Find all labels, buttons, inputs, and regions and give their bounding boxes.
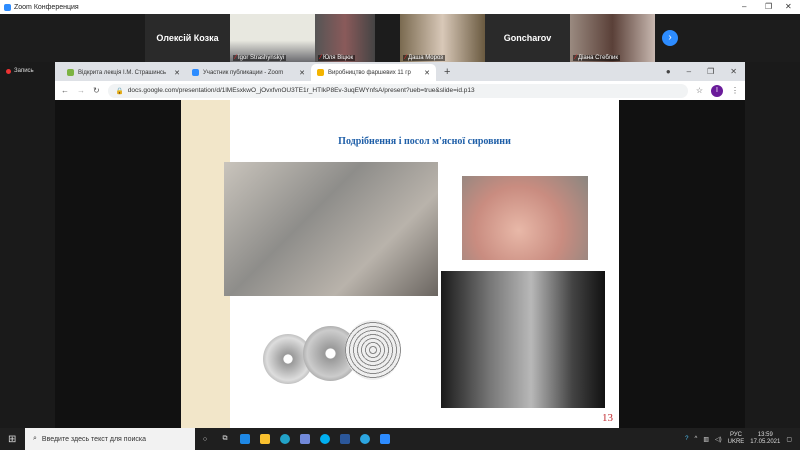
network-icon[interactable]: ▥ — [703, 436, 709, 443]
zoom-title-bar: Zoom Конференция — [0, 0, 800, 14]
search-placeholder: Введите здесь текст для поиска — [41, 435, 146, 443]
participant-name: Goncharov — [503, 33, 552, 43]
back-icon[interactable]: ← — [61, 86, 69, 95]
participant-name: ⁄ Юля Віцюк — [318, 55, 356, 61]
restore-button[interactable]: ❐ — [765, 2, 772, 11]
meat-grinder-factory-photo — [224, 162, 438, 296]
url-text: docs.google.com/presentation/d/1lMEsxkwO… — [127, 87, 475, 94]
tab-favicon-icon — [192, 69, 199, 76]
participant-name: ⁄ Діана Стеблик — [573, 55, 620, 61]
record-icon — [6, 68, 11, 74]
participant-tile[interactable]: ⁄ Юля Віцюк — [315, 14, 375, 62]
tab-label: Виробництво фаршевих 11 гр — [328, 69, 411, 76]
forward-icon[interactable]: → — [77, 86, 85, 95]
tray-chevron-icon[interactable]: ^ — [695, 436, 698, 442]
address-bar-row: ← → ↻ 🔒 docs.google.com/presentation/d/1l… — [55, 81, 745, 100]
next-participants-button[interactable]: › — [662, 30, 678, 46]
close-tab-icon[interactable]: ✕ — [299, 69, 305, 77]
participant-tile[interactable]: ⁄ Igor Strashynskyi — [230, 14, 315, 62]
slide-side-strip — [181, 100, 230, 428]
browser-tab-active[interactable]: Виробництво фаршевих 11 гр ✕ — [311, 64, 436, 81]
file-explorer-icon[interactable] — [255, 428, 275, 450]
tab-strip: Відкрита лекція І.М. Страшинсь ✕ Участник… — [55, 62, 745, 81]
browser-minimize-button[interactable]: – — [687, 67, 691, 76]
participant-tile[interactable]: Goncharov — [485, 14, 570, 62]
record-label: Запись — [14, 68, 34, 74]
mail-icon[interactable] — [235, 428, 255, 450]
reload-icon[interactable]: ↻ — [93, 86, 100, 95]
tab-favicon-icon — [317, 69, 324, 76]
help-icon[interactable]: ? — [685, 436, 688, 442]
date-label: 17.05.2021 — [750, 439, 781, 445]
system-tray: ? ^ ▥ ◁) РУС UKRE 13:59 17.05.2021 ▢ — [685, 432, 800, 446]
minimize-button[interactable]: – — [742, 2, 746, 11]
presentation-stage: Подрібнення і посол м'ясної сировини 13 — [55, 100, 745, 428]
language-indicator[interactable]: РУС UKRE — [728, 432, 745, 446]
minced-meat-photo — [462, 176, 588, 260]
url-input[interactable]: 🔒 docs.google.com/presentation/d/1lMEsxkw… — [107, 83, 688, 98]
clock[interactable]: 13:59 17.05.2021 — [750, 432, 780, 446]
participant-tile[interactable]: ⁄ Діана Стеблик — [570, 14, 655, 62]
close-button[interactable]: ✕ — [785, 2, 792, 11]
language-label: РУС — [729, 432, 742, 438]
slide-number: 13 — [602, 412, 613, 424]
taskbar-search-input[interactable]: ⌕ Введите здесь текст для поиска — [25, 428, 195, 450]
participant-tile[interactable]: Олексій Козка — [145, 14, 230, 62]
grinder-plates-image — [263, 318, 401, 394]
participant-name: ⁄ Даша Мороз — [403, 55, 445, 61]
industrial-grinder-photo — [441, 271, 605, 408]
cortana-icon[interactable]: ○ — [195, 428, 215, 450]
lock-icon: 🔒 — [115, 87, 124, 95]
close-tab-icon[interactable]: ✕ — [174, 69, 180, 77]
windows-taskbar: ⊞ ⌕ Введите здесь текст для поиска ○ ⧉ ? … — [0, 428, 800, 450]
tab-label: Відкрита лекція І.М. Страшинсь — [78, 69, 167, 76]
menu-icon[interactable]: ⋮ — [731, 86, 739, 95]
profile-avatar[interactable]: I — [711, 84, 723, 97]
task-view-icon[interactable]: ⧉ — [215, 428, 235, 450]
recording-indicator: Запись — [6, 68, 34, 74]
telegram-icon[interactable] — [355, 428, 375, 450]
browser-window: Відкрита лекція І.М. Страшинсь ✕ Участник… — [55, 62, 745, 428]
search-icon: ⌕ — [33, 435, 37, 442]
skype-icon[interactable] — [315, 428, 335, 450]
notifications-icon[interactable]: ▢ — [786, 436, 792, 443]
new-tab-button[interactable]: + — [444, 66, 450, 78]
slide: Подрібнення і посол м'ясної сировини 13 — [181, 100, 619, 428]
windows-start-icon[interactable]: ⊞ — [8, 434, 16, 445]
extension-icon[interactable]: ● — [666, 67, 671, 76]
participant-name: ⁄ Igor Strashynskyi — [233, 55, 287, 61]
participant-tile[interactable]: ⁄ Даша Мороз — [400, 14, 485, 62]
tab-favicon-icon — [67, 69, 74, 76]
browser-close-button[interactable]: ✕ — [730, 67, 737, 76]
discord-icon[interactable] — [295, 428, 315, 450]
close-tab-icon[interactable]: ✕ — [424, 69, 430, 77]
participant-name: Олексій Козка — [156, 33, 219, 43]
zoom-logo-icon — [4, 3, 11, 11]
window-title: Zoom Конференция — [14, 3, 79, 11]
browser-controls: ● – ❐ ✕ — [666, 67, 745, 81]
volume-icon[interactable]: ◁) — [715, 436, 722, 443]
layout-label: UKRE — [727, 439, 745, 445]
tab-label: Участник публикации - Zoom — [203, 69, 284, 76]
browser-restore-button[interactable]: ❐ — [707, 67, 714, 76]
time-label: 13:59 — [757, 432, 773, 438]
slide-title: Подрібнення і посол м'ясної сировини — [338, 136, 511, 147]
edge-icon[interactable] — [275, 428, 295, 450]
zoom-taskbar-icon[interactable] — [375, 428, 395, 450]
browser-tab[interactable]: Відкрита лекція І.М. Страшинсь ✕ — [61, 64, 186, 81]
browser-tab[interactable]: Участник публикации - Zoom ✕ — [186, 64, 311, 81]
word-icon[interactable] — [335, 428, 355, 450]
bookmark-star-icon[interactable]: ☆ — [696, 86, 703, 95]
